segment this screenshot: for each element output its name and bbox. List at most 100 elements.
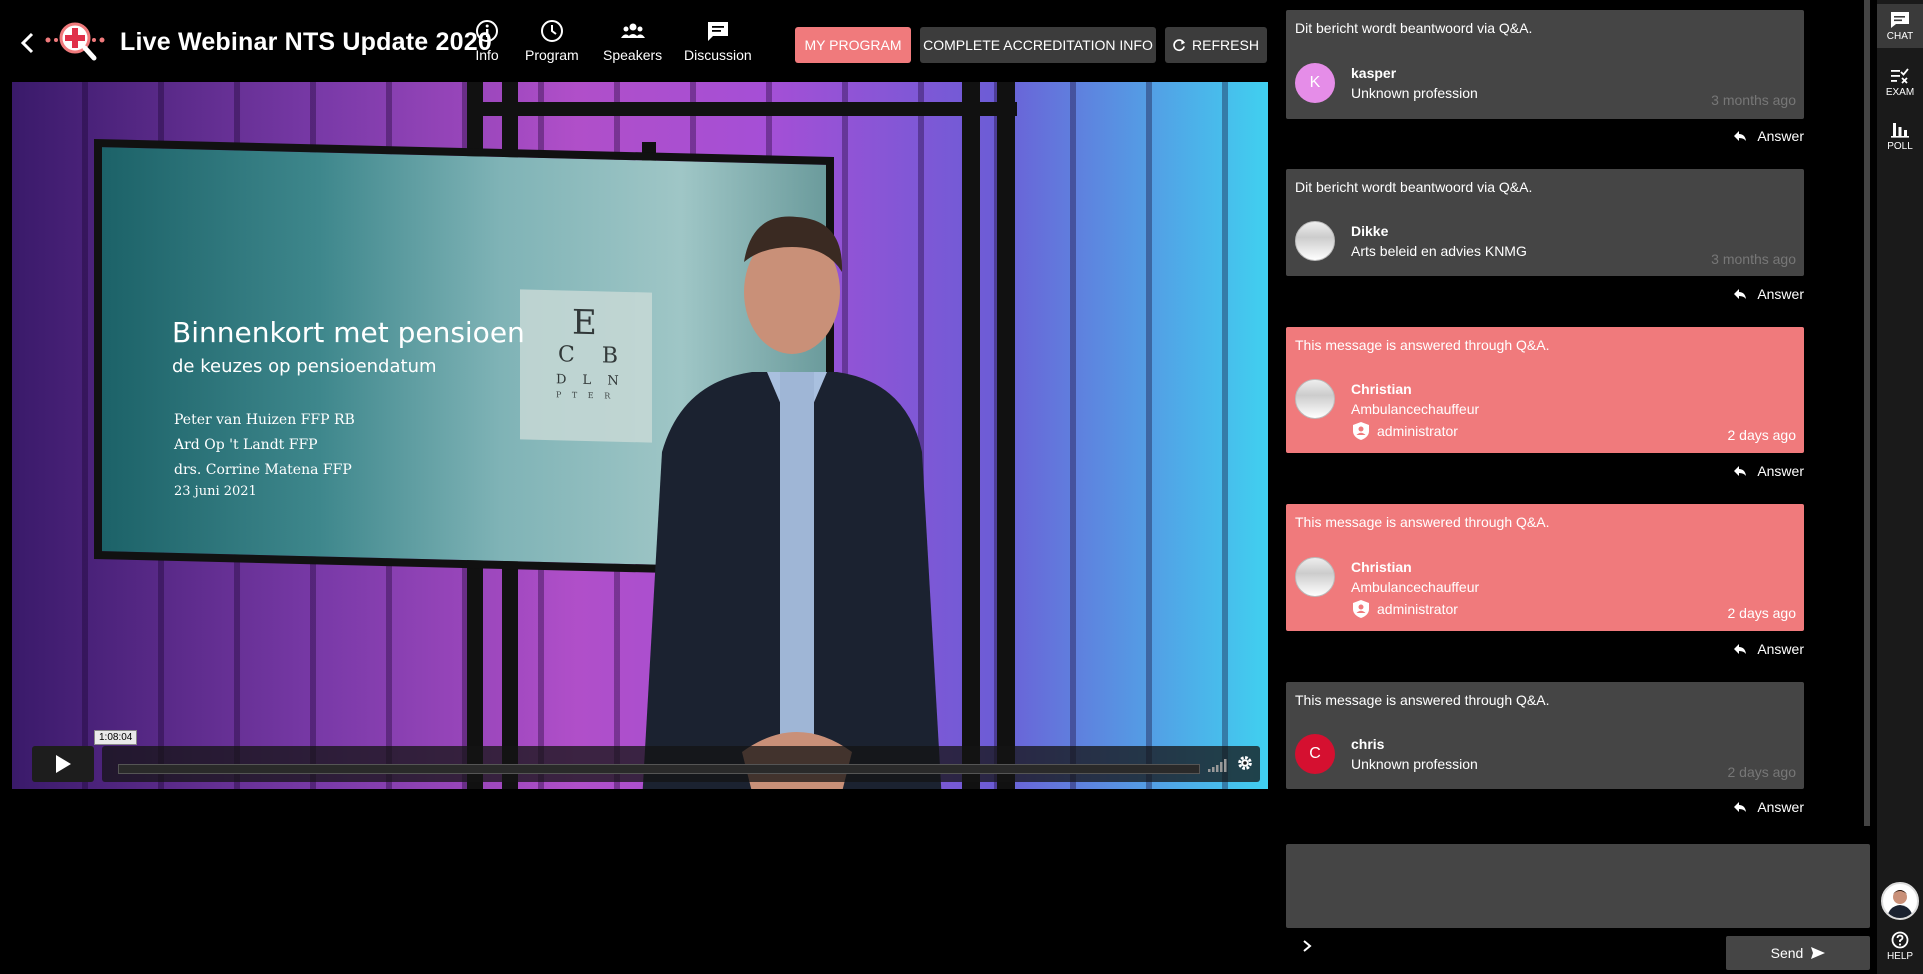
nav-discussion[interactable]: Discussion <box>684 18 752 68</box>
player-controls: 1:08:04 <box>22 730 1260 782</box>
rail-exam-label: EXAM <box>1885 86 1915 98</box>
nav-info-label: Info <box>475 47 499 63</box>
chat-message: This message is answered through Q&A. Ch… <box>1286 327 1804 453</box>
eye-chart-line: P T E R <box>556 390 615 401</box>
send-label: Send <box>1770 945 1804 961</box>
chat-message-input[interactable] <box>1286 844 1870 928</box>
nav-discussion-label: Discussion <box>684 47 752 63</box>
nav-program[interactable]: Program <box>525 18 579 68</box>
info-icon <box>476 20 498 42</box>
user-avatar: C <box>1295 734 1335 774</box>
answer-button[interactable]: Answer <box>1733 641 1804 657</box>
seek-bar[interactable] <box>118 764 1200 774</box>
user-profession: Unknown profession <box>1351 756 1478 772</box>
rail-exam[interactable]: EXAM <box>1877 60 1923 104</box>
nav-speakers-label: Speakers <box>603 47 663 63</box>
user-name: chris <box>1351 736 1385 752</box>
chevron-right-icon[interactable] <box>1300 938 1314 954</box>
page-title: Live Webinar NTS Update 2020 <box>120 28 492 56</box>
slide-presenter: Peter van Huizen FFP RB <box>174 412 355 428</box>
top-header: Live Webinar NTS Update 2020 Info Progra… <box>0 0 1282 82</box>
chat-icon <box>1891 11 1909 28</box>
message-intro: This message is answered through Q&A. <box>1295 337 1550 353</box>
refresh-button[interactable]: REFRESH <box>1165 27 1267 63</box>
nav-speakers[interactable]: Speakers <box>603 18 662 68</box>
user-avatar[interactable] <box>1881 882 1919 920</box>
rail-help-label: HELP <box>1886 950 1914 962</box>
user-name: kasper <box>1351 65 1397 81</box>
answer-label: Answer <box>1757 128 1804 144</box>
send-button[interactable]: Send <box>1726 936 1870 970</box>
message-intro: Dit bericht wordt beantwoord via Q&A. <box>1295 20 1533 36</box>
chat-scrollbar[interactable] <box>1864 0 1870 826</box>
play-icon <box>56 755 71 773</box>
video-player[interactable]: E C B D L N P T E R Binnenkort met pensi… <box>12 82 1268 789</box>
user-name: Dikke <box>1351 223 1389 239</box>
chat-scrollbar-thumb[interactable] <box>1864 0 1870 826</box>
answer-label: Answer <box>1757 286 1804 302</box>
stage-truss <box>467 102 1017 116</box>
answer-button[interactable]: Answer <box>1733 128 1804 144</box>
role-label: administrator <box>1377 423 1458 439</box>
rail-chat[interactable]: CHAT <box>1877 4 1923 48</box>
role-label: administrator <box>1377 601 1458 617</box>
rail-poll[interactable]: POLL <box>1877 114 1923 158</box>
play-button[interactable] <box>32 746 94 782</box>
volume-bars-icon[interactable] <box>1208 758 1230 772</box>
slide-subtitle: de keuzes op pensioendatum <box>172 356 437 377</box>
user-name: Christian <box>1351 559 1412 575</box>
stage-truss <box>997 82 1015 789</box>
rail-chat-label: CHAT <box>1886 30 1914 42</box>
time-tooltip: 1:08:04 <box>94 730 138 745</box>
profile-avatar-icon <box>1887 890 1913 918</box>
message-time: 2 days ago <box>1727 605 1797 621</box>
user-profession: Arts beleid en advies KNMG <box>1351 243 1527 259</box>
back-chevron-icon[interactable] <box>18 30 38 56</box>
settings-gear-icon[interactable] <box>1236 754 1254 772</box>
people-icon <box>620 23 645 38</box>
rail-poll-label: POLL <box>1887 140 1913 152</box>
user-profession: Unknown profession <box>1351 85 1478 101</box>
eye-chart-line: D L N <box>556 372 625 389</box>
rail-help[interactable]: HELP <box>1877 924 1923 968</box>
admin-shield-icon <box>1353 600 1369 618</box>
message-time: 3 months ago <box>1711 92 1796 108</box>
user-role: administrator <box>1351 421 1458 441</box>
slide-presenter: Ard Op 't Landt FFP <box>174 437 318 453</box>
answer-button[interactable]: Answer <box>1733 463 1804 479</box>
exam-checklist-icon <box>1891 67 1909 84</box>
slide-date: 23 juni 2021 <box>174 484 257 499</box>
clock-icon <box>540 20 563 42</box>
user-name: Christian <box>1351 381 1412 397</box>
message-time: 2 days ago <box>1727 427 1797 443</box>
chat-message: This message is answered through Q&A. C … <box>1286 682 1804 789</box>
nav-program-label: Program <box>525 47 579 63</box>
message-intro: Dit bericht wordt beantwoord via Q&A. <box>1295 179 1533 195</box>
right-rail: CHAT EXAM POLL HELP <box>1877 0 1923 974</box>
nav-info[interactable]: Info <box>474 18 500 68</box>
chat-message: This message is answered through Q&A. Ch… <box>1286 504 1804 631</box>
answer-label: Answer <box>1757 641 1804 657</box>
reply-arrow-icon <box>1734 644 1747 654</box>
message-intro: This message is answered through Q&A. <box>1295 514 1550 530</box>
slide-presenter: drs. Corrine Matena FFP <box>174 462 352 478</box>
chat-panel: Dit bericht wordt beantwoord via Q&A. K … <box>1280 0 1870 830</box>
user-role: administrator <box>1351 599 1458 619</box>
reply-arrow-icon <box>1734 131 1747 141</box>
reply-arrow-icon <box>1734 802 1747 812</box>
complete-accreditation-button[interactable]: COMPLETE ACCREDITATION INFO <box>920 27 1156 63</box>
slide-title: Binnenkort met pensioen <box>172 316 525 349</box>
message-time: 2 days ago <box>1727 764 1797 780</box>
help-question-icon <box>1891 931 1909 948</box>
poll-bar-chart-icon <box>1891 122 1909 138</box>
logo-magnifier-icon <box>45 22 105 61</box>
my-program-button[interactable]: MY PROGRAM <box>795 27 911 63</box>
speaker-figure <box>642 216 942 789</box>
answer-button[interactable]: Answer <box>1733 286 1804 302</box>
eye-chart-line: E <box>572 302 597 344</box>
user-avatar <box>1295 379 1335 419</box>
reply-arrow-icon <box>1734 466 1747 476</box>
answer-button[interactable]: Answer <box>1733 799 1804 815</box>
user-avatar: K <box>1295 63 1335 103</box>
refresh-icon <box>1173 38 1186 51</box>
